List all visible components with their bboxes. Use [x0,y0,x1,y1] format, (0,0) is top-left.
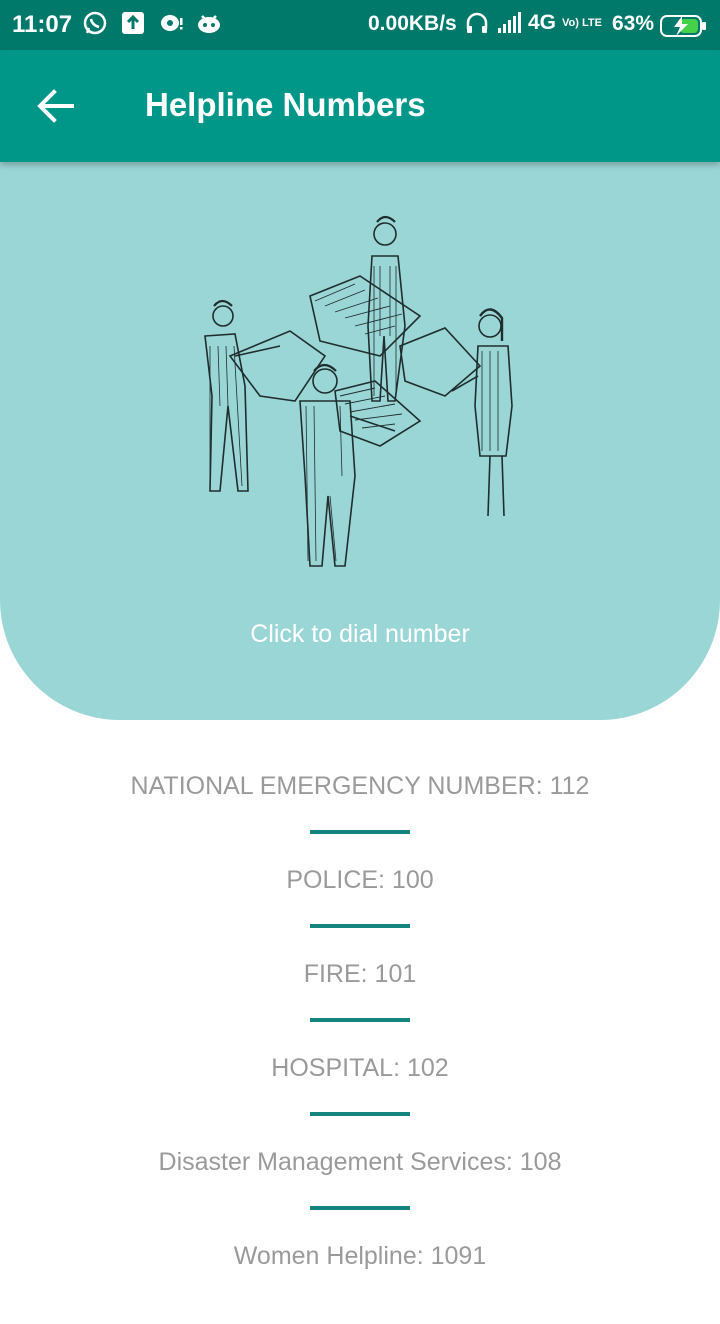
app-bar: Helpline Numbers [0,50,720,162]
divider [310,1112,410,1116]
notification-icons [82,10,222,36]
divider [310,1206,410,1210]
dial-hint: Click to dial number [250,620,470,648]
net-speed: 0.00KB/s [368,12,457,35]
divider [310,830,410,834]
game-icon [198,15,220,33]
hero-banner: Click to dial number [0,162,720,720]
helpline-list: NATIONAL EMERGENCY NUMBER: 112 POLICE: 1… [0,760,720,1324]
helpline-item-national-emergency[interactable]: NATIONAL EMERGENCY NUMBER: 112 [0,760,720,854]
volte-icon: Vo) LTE [562,16,602,29]
helpline-item-police[interactable]: POLICE: 100 [0,854,720,948]
helpline-label: FIRE: 101 [303,960,417,988]
arrow-left-icon[interactable] [36,88,76,124]
divider [310,924,410,928]
helpline-label: POLICE: 100 [286,866,434,894]
connectivity-icons: 4G Vo) LTE [464,10,602,36]
helpline-item-hospital[interactable]: HOSPITAL: 102 [0,1042,720,1136]
message-icon [161,15,183,31]
status-time: 11:07 [12,11,73,38]
helpline-item-fire[interactable]: FIRE: 101 [0,948,720,1042]
battery-charging-icon [660,15,706,37]
signal-icon [498,12,521,33]
headphones-icon [466,12,488,33]
network-type: 4G [528,11,557,34]
helpline-item-women-helpline[interactable]: Women Helpline: 1091 [0,1230,720,1324]
divider [310,1018,410,1022]
helpline-label: Women Helpline: 1091 [233,1242,487,1270]
page-title: Helpline Numbers [145,86,426,123]
status-bar: 11:07 0.00KB/s 4G Vo) LTE 63% [0,0,720,50]
battery-percent: 63% [612,12,655,35]
helpline-label: Disaster Management Services: 108 [158,1148,562,1176]
helpline-label: HOSPITAL: 102 [271,1054,449,1082]
helpline-label: NATIONAL EMERGENCY NUMBER: 112 [130,772,590,800]
teamwork-puzzle-illustration [204,215,513,567]
helpline-item-disaster-management[interactable]: Disaster Management Services: 108 [0,1136,720,1230]
upload-icon [122,12,144,34]
whatsapp-icon [83,11,107,35]
